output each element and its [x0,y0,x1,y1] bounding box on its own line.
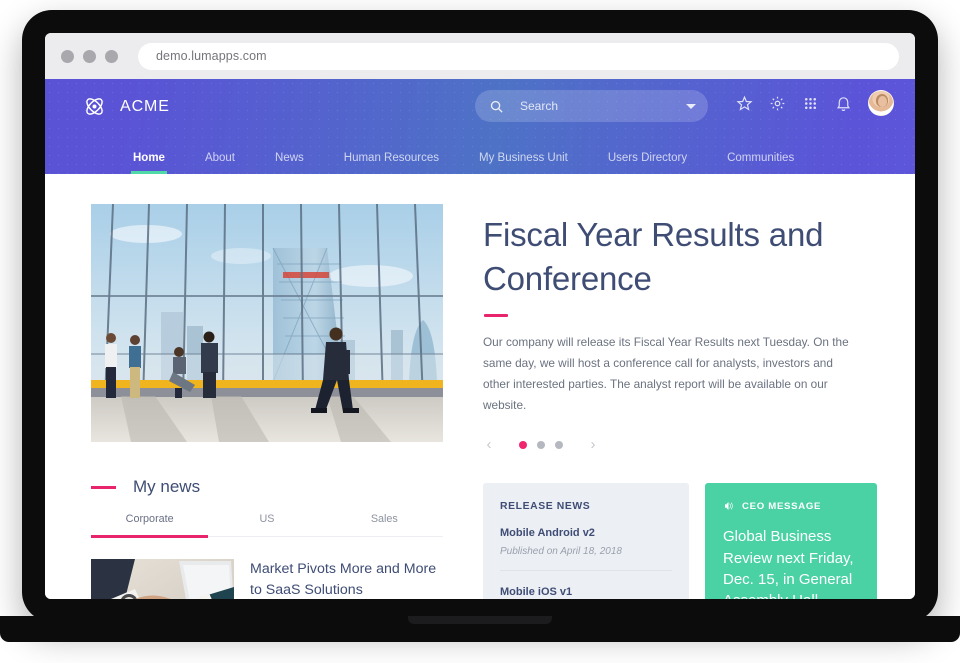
ceo-message-label: CEO MESSAGE [742,500,822,512]
news-article[interactable]: Market Pivots More and More to SaaS Solu… [91,559,443,599]
window-maximize-button[interactable] [105,49,118,63]
primary-navigation: Home About News Human Resources My Busin… [45,134,915,174]
page-title: Fiscal Year Results and Conference [483,216,824,298]
release-news-item[interactable]: Mobile iOS v1 Published on April 15, 201… [500,571,672,599]
nav-item-my-business-unit[interactable]: My Business Unit [479,152,568,174]
tab-sales[interactable]: Sales [326,513,443,536]
carousel-dot-2[interactable] [537,440,545,449]
ceo-message-header: CEO MESSAGE [723,500,859,512]
my-news-tabs: Corporate US Sales [91,513,443,538]
carousel-dot-1[interactable] [519,440,527,449]
ceo-message-card[interactable]: CEO MESSAGE Global Business Review next … [705,483,877,599]
nav-item-home[interactable]: Home [131,152,167,174]
tab-us[interactable]: US [208,513,325,536]
atom-icon [86,98,103,115]
hero-image[interactable] [91,204,443,442]
megaphone-icon [725,502,733,511]
ceo-message-text: Global Business Review next Friday, Dec.… [723,528,854,599]
search-input[interactable] [520,99,686,113]
nav-item-human-resources[interactable]: Human Resources [344,152,439,174]
device-base-notch [408,616,552,624]
hero-description: Our company will release its Fiscal Year… [483,335,849,413]
gear-icon[interactable] [769,95,786,112]
hero-section: Fiscal Year Results and Conference Our c… [91,204,877,452]
nav-item-about[interactable]: About [205,152,235,174]
grid-apps-icon[interactable] [802,95,819,112]
avatar[interactable] [868,90,894,116]
my-news-header: My news [91,477,443,497]
chevron-down-icon[interactable] [686,103,696,109]
nav-item-users-directory[interactable]: Users Directory [608,152,687,174]
address-bar[interactable]: demo.lumapps.com [138,42,899,70]
app-header-top: ACME [45,79,915,134]
news-thumbnail[interactable] [91,559,234,599]
lower-section: My news Corporate US Sales Market Pivots… [91,477,877,599]
device-screen: demo.lumapps.com ACME Search Home About … [45,33,915,599]
window-close-button[interactable] [61,49,74,63]
title-accent-rule [484,314,508,318]
tab-corporate[interactable]: Corporate [91,513,209,538]
my-news-section: My news Corporate US Sales Market Pivots… [91,477,443,599]
brand[interactable]: ACME [83,95,170,118]
brand-name: ACME [120,97,170,115]
release-item-name: Mobile iOS v1 [500,586,573,599]
side-cards: RELEASE NEWS Mobile Android v2 Published… [483,477,877,599]
search-icon [490,100,503,113]
release-news-item[interactable]: Mobile Android v2 Published on April 18,… [500,512,672,572]
app-header: ACME Search Home About News Human Resour… [45,79,915,174]
window-minimize-button[interactable] [83,49,96,63]
ceo-column: CEO MESSAGE Global Business Review next … [705,483,877,599]
star-icon[interactable] [736,95,753,112]
search-bar[interactable] [475,90,708,122]
header-actions [736,90,894,116]
device-frame: demo.lumapps.com ACME Search Home About … [22,10,938,622]
address-bar-text: demo.lumapps.com [156,49,267,63]
page-content: Fiscal Year Results and Conference Our c… [45,174,915,599]
chevron-left-icon[interactable]: ‹ [483,437,495,452]
my-news-title: My news [133,477,201,497]
release-news-title: RELEASE NEWS [500,501,591,513]
carousel-dot-3[interactable] [555,440,563,449]
nav-item-news[interactable]: News [275,152,304,174]
release-item-name: Mobile Android v2 [500,527,595,540]
news-headline[interactable]: Market Pivots More and More to SaaS Solu… [250,559,443,599]
hero-carousel-controls: ‹ › [483,437,877,452]
hero-text: Fiscal Year Results and Conference Our c… [483,204,877,452]
release-news-card: RELEASE NEWS Mobile Android v2 Published… [483,483,689,599]
section-accent-rule [91,486,116,489]
bell-icon[interactable] [835,95,852,112]
browser-toolbar: demo.lumapps.com [45,33,915,79]
news-article-body: Market Pivots More and More to SaaS Solu… [250,559,443,599]
chevron-right-icon[interactable]: › [587,437,599,452]
nav-item-communities[interactable]: Communities [727,152,794,174]
release-item-date: Published on April 18, 2018 [500,546,622,558]
